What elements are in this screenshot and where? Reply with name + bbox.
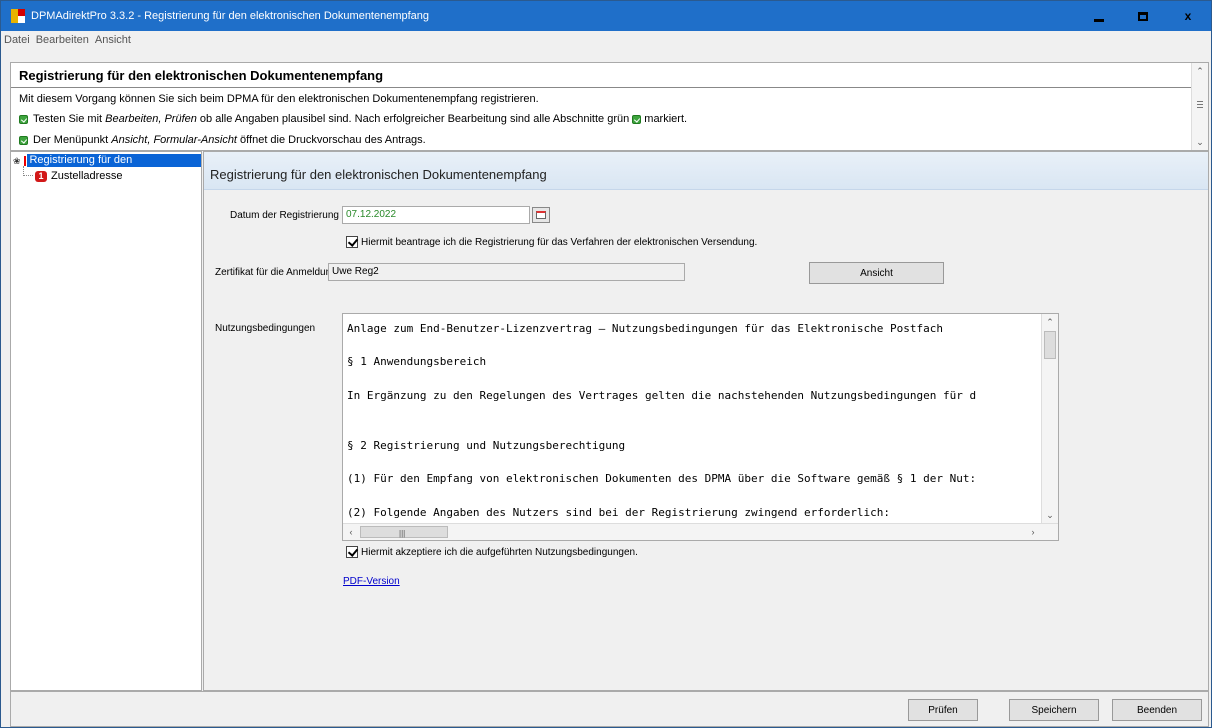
scroll-up-icon[interactable]: ⌃ <box>1042 314 1058 330</box>
form-panel: Registrierung für den elektronischen Dok… <box>203 151 1209 691</box>
terms-line: In Ergänzung zu den Regelungen des Vertr… <box>347 389 977 402</box>
terms-line: § 1 Anwendungsbereich <box>347 355 487 368</box>
accept-checkbox[interactable] <box>346 546 358 558</box>
scroll-left-icon[interactable]: ‹ <box>343 524 359 540</box>
info-line-2: Testen Sie mit Bearbeiten, Prüfen ob all… <box>19 113 687 125</box>
info-text-2a: Testen Sie mit <box>33 113 106 125</box>
info-text-2-emphasis: Bearbeiten, Prüfen <box>105 113 197 125</box>
minimize-button[interactable] <box>1077 1 1121 31</box>
scroll-up-icon[interactable]: ⌃ <box>1192 63 1208 79</box>
scroll-grip-icon[interactable] <box>1197 101 1203 108</box>
info-scrollbar[interactable]: ⌃ ⌄ <box>1191 63 1208 150</box>
check-green-icon <box>632 114 642 124</box>
close-button[interactable]: x <box>1165 1 1211 31</box>
date-label: Datum der Registrierung <box>230 210 339 221</box>
tree-connector <box>23 175 33 176</box>
navigation-tree: ❀ Registrierung für den elektronischen 1… <box>10 151 202 691</box>
check-button[interactable]: Prüfen <box>908 699 978 721</box>
error-marker-icon <box>23 155 27 166</box>
terms-horizontal-scrollbar[interactable]: ‹ ||| › <box>343 523 1058 540</box>
maximize-icon <box>1138 11 1148 21</box>
terms-vertical-scrollbar[interactable]: ⌃ ⌄ <box>1041 314 1058 524</box>
terms-textarea[interactable]: Anlage zum End-Benutzer-Lizenzvertrag – … <box>342 313 1059 541</box>
scroll-thumb[interactable]: ||| <box>360 526 448 538</box>
pdf-version-link[interactable]: PDF-Version <box>343 576 400 587</box>
tree-item-label: Registrierung für den elektronischen <box>27 154 201 179</box>
scroll-thumb[interactable] <box>1044 331 1056 359</box>
info-text-1: Mit diesem Vorgang können Sie sich beim … <box>19 93 539 105</box>
tree-item-zustelladresse[interactable]: 1 Zustelladresse <box>35 170 123 182</box>
title-bar: DPMAdirektPro 3.3.2 - Registrierung für … <box>1 1 1211 31</box>
info-line-1: Mit diesem Vorgang können Sie sich beim … <box>19 93 539 105</box>
form-title: Registrierung für den elektronischen Dok… <box>210 167 547 182</box>
app-window: DPMAdirektPro 3.3.2 - Registrierung für … <box>0 0 1212 728</box>
scroll-down-icon[interactable]: ⌄ <box>1042 507 1058 523</box>
minimize-icon <box>1094 18 1104 22</box>
accept-checkbox-label: Hiermit akzeptiere ich die aufgeführten … <box>361 546 638 558</box>
info-line-3: Der Menüpunkt Ansicht, Formular-Ansicht … <box>19 134 426 146</box>
calendar-button[interactable] <box>532 207 550 223</box>
form-header: Registrierung für den elektronischen Dok… <box>204 152 1208 190</box>
info-title: Registrierung für den elektronischen Dok… <box>19 68 384 83</box>
terms-line: § 2 Registrierung und Nutzungsberechtigu… <box>347 439 626 452</box>
apply-checkbox-row[interactable]: Hiermit beantrage ich die Registrierung … <box>346 236 757 248</box>
info-text-2b: ob alle Angaben plausibel sind. Nach erf… <box>196 113 630 125</box>
accept-checkbox-row[interactable]: Hiermit akzeptiere ich die aufgeführten … <box>346 546 638 558</box>
scroll-right-icon[interactable]: › <box>1025 524 1041 540</box>
tree-item-registrierung[interactable]: ❀ Registrierung für den elektronischen <box>13 154 201 179</box>
view-certificate-button[interactable]: Ansicht <box>809 262 944 284</box>
calendar-icon <box>536 211 546 219</box>
menu-bar: Datei Bearbeiten Ansicht <box>1 31 1211 49</box>
info-text-3a: Der Menüpunkt <box>33 134 112 146</box>
date-input[interactable]: 07.12.2022 <box>342 206 530 224</box>
footer-bar: Prüfen Speichern Beenden <box>10 691 1209 727</box>
terms-line: (1) Für den Empfang von elektronischen D… <box>347 472 977 485</box>
terms-label: Nutzungsbedingungen <box>215 323 316 334</box>
info-text-2c: markiert. <box>641 113 688 125</box>
check-green-icon <box>19 114 28 124</box>
quit-button[interactable]: Beenden <box>1112 699 1202 721</box>
info-divider <box>11 87 1191 88</box>
tree-item-label: Zustelladresse <box>51 170 123 182</box>
info-text-3b: öffnet die Druckvorschau des Antrags. <box>237 134 426 146</box>
menu-bearbeiten[interactable]: Bearbeiten <box>36 34 89 46</box>
check-green-icon <box>19 135 28 145</box>
menu-ansicht[interactable]: Ansicht <box>95 34 131 46</box>
window-title: DPMAdirektPro 3.3.2 - Registrierung für … <box>31 10 430 22</box>
menu-datei[interactable]: Datei <box>4 34 30 46</box>
close-icon: x <box>1184 9 1192 23</box>
save-button[interactable]: Speichern <box>1009 699 1099 721</box>
apply-checkbox-label: Hiermit beantrage ich die Registrierung … <box>361 236 758 248</box>
terms-line: Anlage zum End-Benutzer-Lizenzvertrag – … <box>347 322 944 335</box>
app-logo-icon <box>11 9 25 23</box>
info-text-3-emphasis: Ansicht, Formular-Ansicht <box>111 134 237 146</box>
certificate-field: Uwe Reg2 <box>328 263 685 281</box>
scroll-down-icon[interactable]: ⌄ <box>1192 134 1208 150</box>
info-panel: Registrierung für den elektronischen Dok… <box>10 62 1209 151</box>
maximize-button[interactable] <box>1121 1 1165 31</box>
certificate-label: Zertifikat für die Anmeldung <box>215 267 337 278</box>
terms-line: (2) Folgende Angaben des Nutzers sind be… <box>347 506 891 519</box>
error-count-badge: 1 <box>35 170 47 182</box>
apply-checkbox[interactable] <box>346 236 358 248</box>
eagle-icon: ❀ <box>13 155 21 166</box>
